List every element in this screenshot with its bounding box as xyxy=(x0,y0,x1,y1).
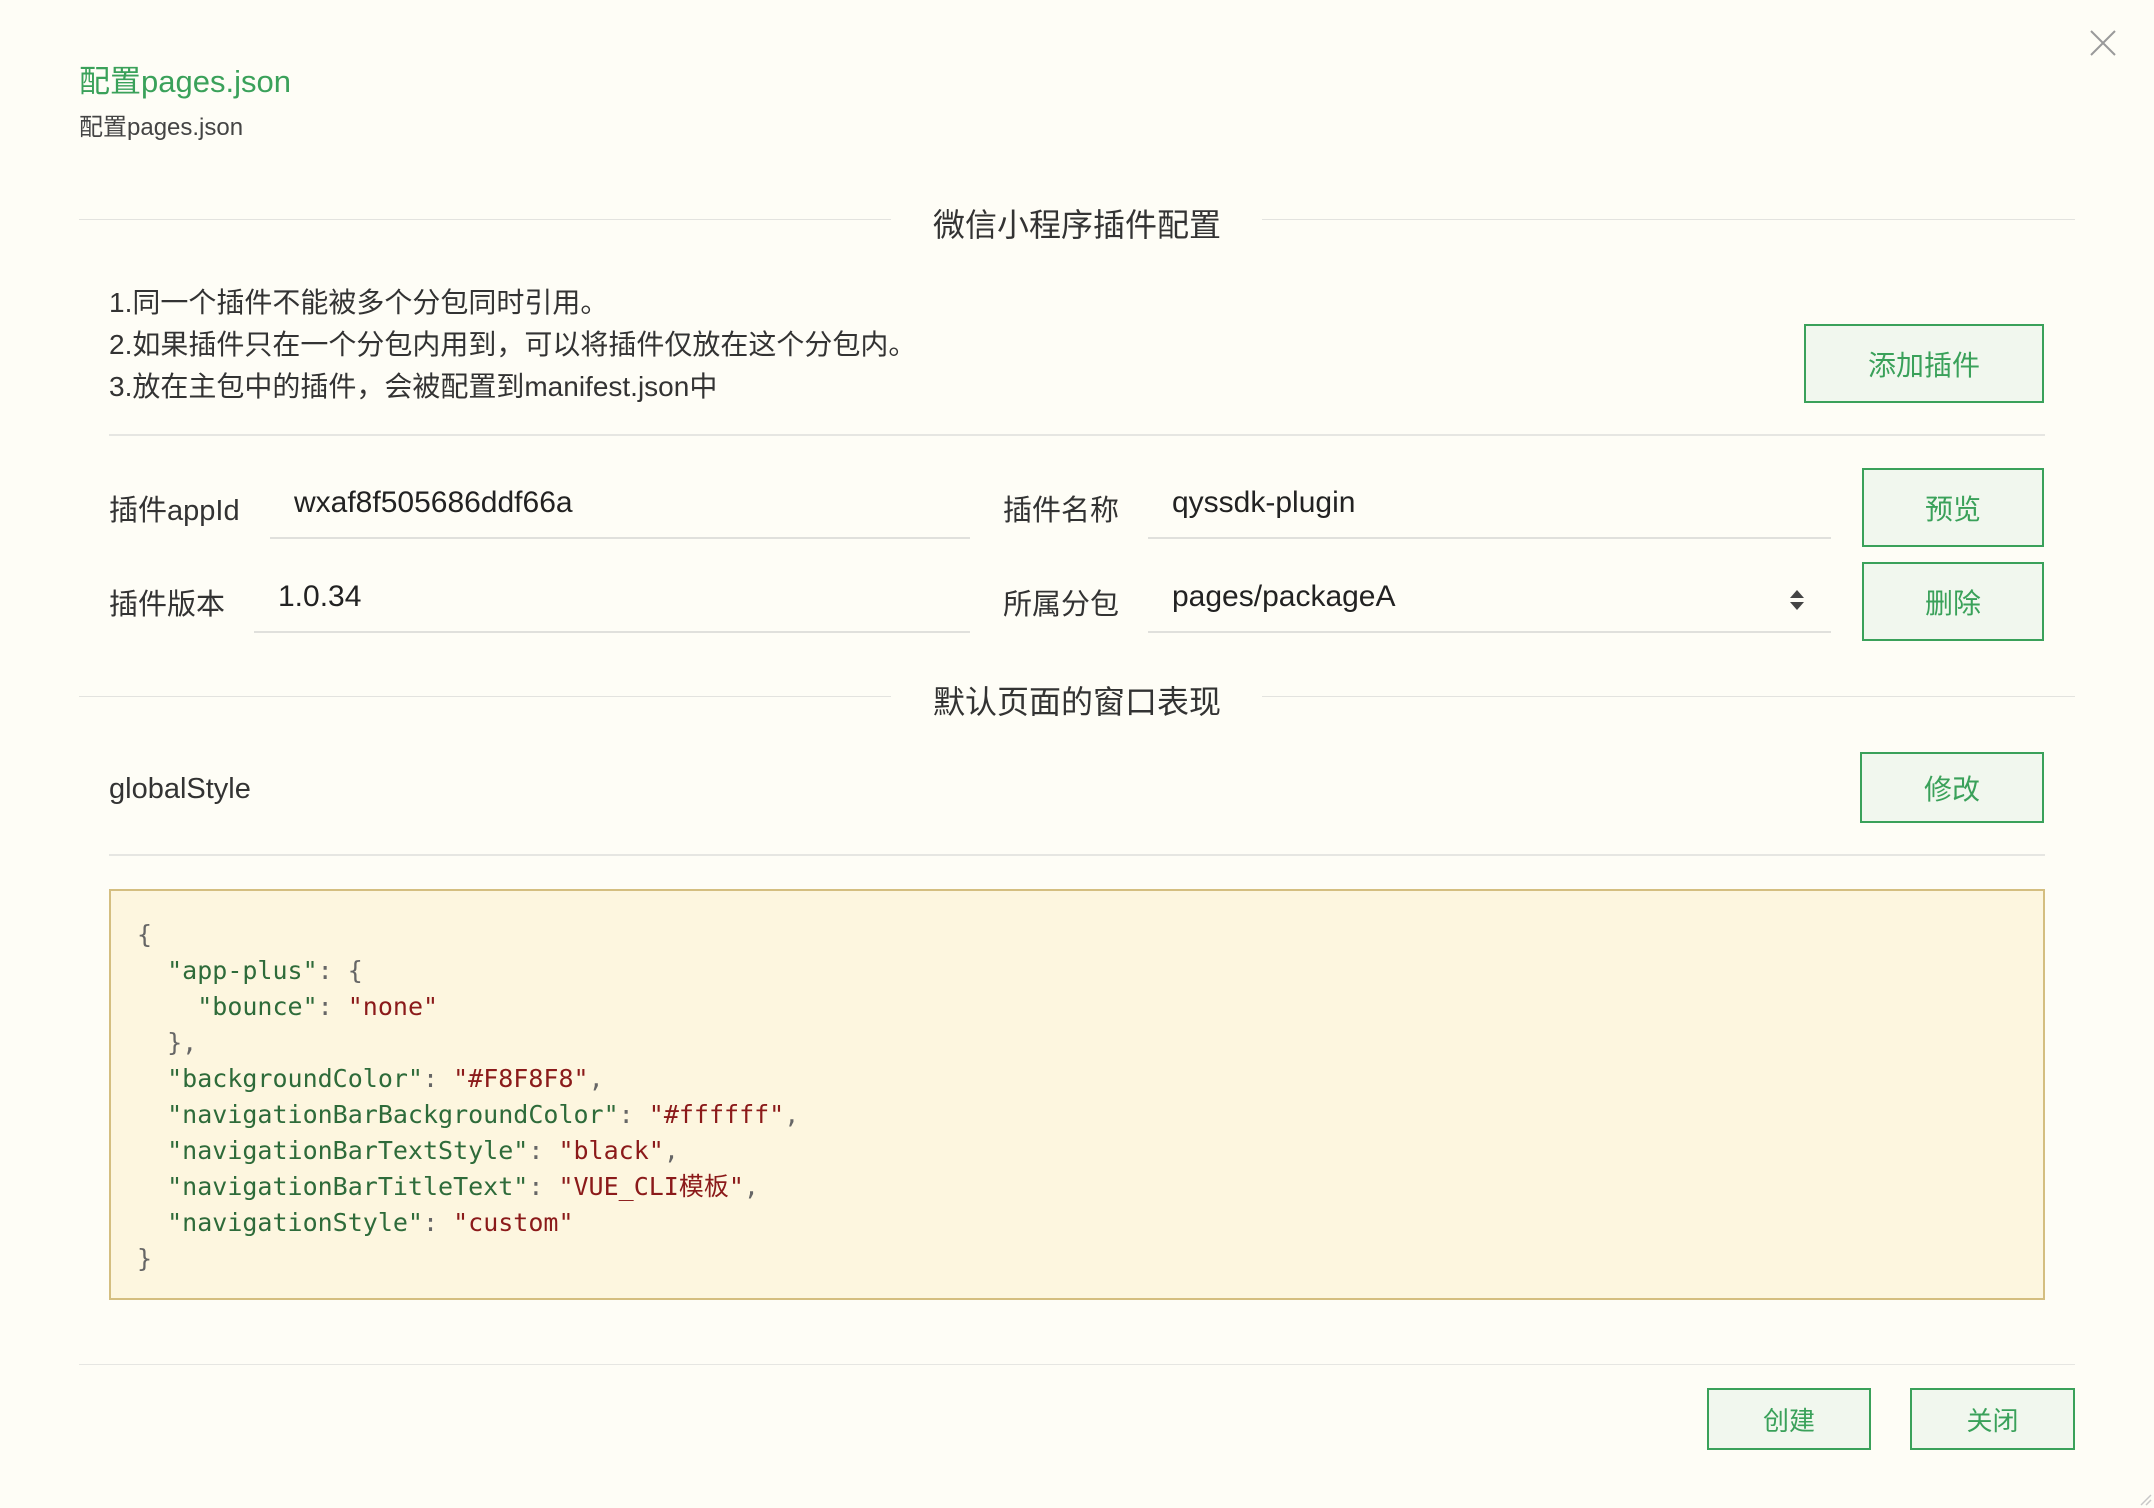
appid-label: 插件appId xyxy=(109,495,240,527)
divider xyxy=(109,434,2045,436)
version-label: 插件版本 xyxy=(109,589,226,621)
plugin-note-3: 3.放在主包中的插件，会被配置到manifest.json中 xyxy=(109,371,718,402)
global-style-code: { "app-plus": { "bounce": "none" }, "bac… xyxy=(109,889,2045,1300)
divider xyxy=(109,854,2045,856)
window-section-title: 默认页面的窗口表现 xyxy=(932,684,1221,720)
global-style-label: globalStyle xyxy=(109,773,251,805)
create-button[interactable]: 创建 xyxy=(1707,1388,1871,1450)
code-line: "backgroundColor": "#F8F8F8", xyxy=(167,1064,604,1093)
code-line: "navigationBarBackgroundColor": "#ffffff… xyxy=(167,1100,800,1129)
dialog-subtitle: 配置pages.json xyxy=(79,114,244,141)
close-button[interactable]: 关闭 xyxy=(1910,1388,2075,1450)
plugin-note-1: 1.同一个插件不能被多个分包同时引用。 xyxy=(109,287,609,318)
appid-input[interactable]: wxaf8f505686ddf66a xyxy=(294,486,573,520)
plugin-name-input[interactable]: qyssdk-plugin xyxy=(1172,486,1355,520)
delete-button[interactable]: 删除 xyxy=(1862,562,2044,641)
package-underline xyxy=(1148,631,1831,633)
version-underline xyxy=(254,631,970,633)
code-line: "navigationStyle": "custom" xyxy=(167,1208,574,1237)
select-arrows-icon[interactable] xyxy=(1788,588,1806,612)
footer-divider xyxy=(79,1364,2075,1365)
code-line: "app-plus": { xyxy=(167,956,363,985)
plugin-section-title: 微信小程序插件配置 xyxy=(932,207,1221,243)
package-select[interactable]: pages/packageA xyxy=(1172,580,1396,614)
code-line: } xyxy=(137,1244,153,1273)
edit-button[interactable]: 修改 xyxy=(1860,752,2044,823)
dialog-title: 配置pages.json xyxy=(79,64,291,99)
code-line: "navigationBarTextStyle": "black", xyxy=(167,1136,679,1165)
code-line: "bounce": "none" xyxy=(197,992,439,1021)
code-line: "navigationBarTitleText": "VUE_CLI模板", xyxy=(167,1172,759,1201)
preview-button[interactable]: 预览 xyxy=(1862,468,2044,547)
plugin-note-2: 2.如果插件只在一个分包内用到，可以将插件仅放在这个分包内。 xyxy=(109,329,917,360)
code-line: }, xyxy=(167,1028,198,1057)
plugin-name-label: 插件名称 xyxy=(1003,495,1120,527)
version-input[interactable]: 1.0.34 xyxy=(278,580,361,614)
code-line: { xyxy=(137,920,153,949)
plugin-name-underline xyxy=(1148,537,1831,539)
resize-handle-icon[interactable] xyxy=(2138,1492,2152,1506)
close-icon[interactable] xyxy=(2088,28,2118,58)
add-plugin-button[interactable]: 添加插件 xyxy=(1804,324,2044,403)
package-label: 所属分包 xyxy=(1003,589,1120,621)
appid-underline xyxy=(270,537,970,539)
